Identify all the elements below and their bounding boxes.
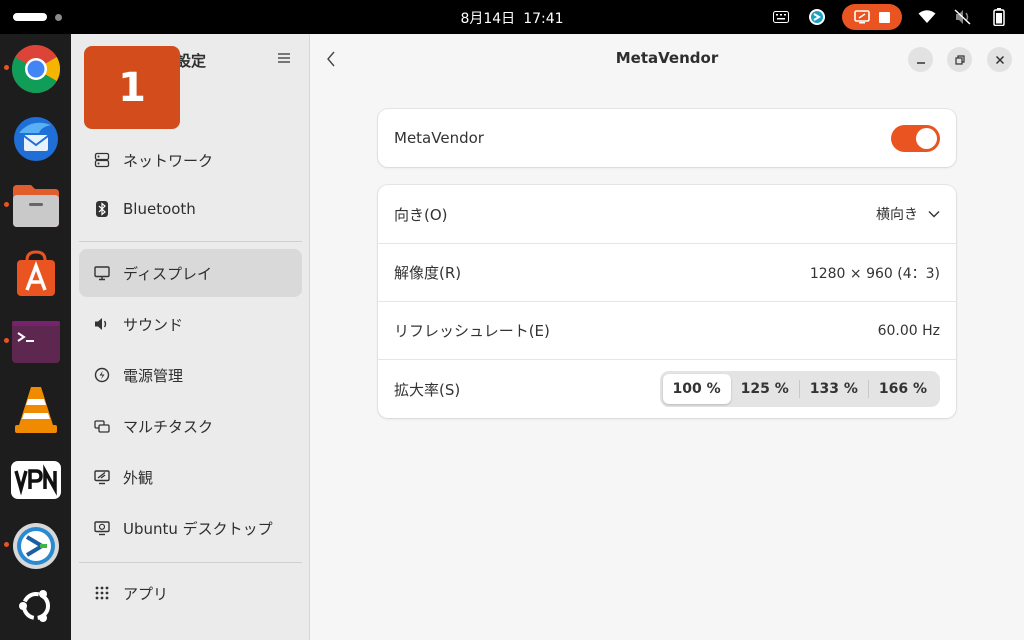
running-indicator: [4, 542, 9, 547]
refresh-rate-value: 60.00 Hz: [877, 322, 940, 339]
power-icon: [93, 366, 111, 384]
sidebar-item-power[interactable]: 電源管理: [79, 351, 302, 399]
ubuntu-icon: [18, 589, 50, 622]
settings-sidebar: 設定 ネットワーク Bluetooth ディスプレイ サウンド 電源管理 マルチ…: [71, 34, 310, 640]
sidebar-item-sound[interactable]: サウンド: [79, 300, 302, 348]
sidebar-item-label: ディスプレイ: [123, 264, 212, 283]
terminal-icon: [11, 320, 60, 363]
sidebar-item-label: 外観: [123, 468, 154, 487]
sidebar-item-label: サウンド: [123, 315, 184, 334]
stop-icon: [878, 11, 890, 23]
date-label: 8月14日: [460, 11, 516, 27]
vpn-icon: [10, 460, 61, 499]
sidebar-separator: [79, 562, 302, 563]
vlc-icon: [14, 386, 57, 433]
sidebar-item-label: アプリ: [123, 584, 169, 603]
sidebar-item-label: Ubuntu デスクトップ: [123, 519, 273, 538]
volume-muted-icon[interactable]: [952, 6, 974, 28]
dock-app-ubuntu[interactable]: [10, 580, 61, 631]
sidebar-item-appearance[interactable]: 外観: [79, 453, 302, 501]
scale-option-166[interactable]: 166 %: [869, 374, 937, 404]
scale-option-133[interactable]: 133 %: [800, 374, 868, 404]
sidebar-item-bluetooth[interactable]: Bluetooth: [79, 185, 302, 233]
switch-knob: [916, 127, 937, 149]
appearance-icon: [93, 468, 111, 486]
system-tray: [770, 4, 1010, 30]
restore-button[interactable]: [947, 47, 972, 72]
bluetooth-icon: [93, 200, 111, 218]
dock-app-vlc[interactable]: [10, 384, 61, 435]
dock-app-terminal[interactable]: [4, 316, 61, 367]
orientation-row[interactable]: 向き(O) 横向き: [378, 185, 956, 243]
minimize-button[interactable]: [908, 47, 933, 72]
display-settings-panel: MetaVendor MetaVendor 向き(O) 横向き 解像度(R) 1…: [310, 34, 1024, 640]
monitor-enable-card: MetaVendor: [378, 109, 956, 167]
network-icon: [93, 151, 111, 169]
scale-option-100[interactable]: 100 %: [662, 374, 731, 404]
hamburger-menu-icon[interactable]: [277, 50, 291, 64]
orientation-value: 横向き: [876, 207, 918, 223]
dock-app-thunderbird[interactable]: [10, 112, 61, 163]
files-icon: [12, 184, 59, 227]
chrome-icon: [11, 44, 60, 93]
dock-app-remmina[interactable]: [4, 520, 61, 571]
battery-icon[interactable]: [988, 6, 1010, 28]
keyboard-icon[interactable]: [770, 6, 792, 28]
dock: [0, 34, 71, 640]
monitor-enable-row: MetaVendor: [378, 109, 956, 167]
sidebar-title: 設定: [176, 52, 207, 70]
refresh-rate-row[interactable]: リフレッシュレート(E) 60.00 Hz: [378, 301, 956, 359]
display-icon: [93, 264, 111, 282]
sound-icon: [93, 315, 111, 333]
chevron-down-icon: [928, 211, 940, 218]
thunderbird-icon: [13, 116, 58, 161]
display-options-card: 向き(O) 横向き 解像度(R) 1280 × 960 (4：3) リフレッシュ…: [378, 185, 956, 418]
restore-icon: [954, 54, 965, 65]
sidebar-item-ubuntu-desktop[interactable]: Ubuntu デスクトップ: [79, 504, 302, 552]
monitor-enable-switch[interactable]: [891, 124, 940, 152]
ubuntu-desktop-icon: [93, 519, 111, 537]
running-indicator: [4, 202, 9, 207]
sidebar-item-display[interactable]: ディスプレイ: [79, 249, 302, 297]
scale-row: 拡大率(S) 100 % 125 % 133 % 166 %: [378, 359, 956, 418]
refresh-rate-label: リフレッシュレート(E): [394, 322, 550, 340]
close-icon: [995, 55, 1004, 64]
monitor-name-label: MetaVendor: [394, 129, 484, 147]
app-center-icon: [16, 249, 55, 296]
multitasking-icon: [93, 417, 111, 435]
remmina-icon: [12, 522, 59, 569]
sidebar-item-network[interactable]: ネットワーク: [79, 136, 302, 184]
minimize-icon: [916, 61, 925, 64]
time-label: 17:41: [523, 11, 564, 27]
dock-app-chrome[interactable]: [4, 43, 61, 94]
apps-icon: [93, 584, 111, 602]
remote-desktop-icon[interactable]: [806, 6, 828, 28]
running-indicator: [4, 65, 9, 70]
dock-app-vpn[interactable]: [10, 454, 61, 505]
screencast-icon: [854, 10, 871, 24]
screen-share-indicator[interactable]: [842, 4, 902, 30]
sidebar-separator: [79, 241, 302, 242]
scale-selector: 100 % 125 % 133 % 166 %: [659, 371, 940, 407]
sidebar-item-multitasking[interactable]: マルチタスク: [79, 402, 302, 450]
close-button[interactable]: [987, 47, 1012, 72]
scale-label: 拡大率(S): [394, 380, 461, 399]
resolution-row[interactable]: 解像度(R) 1280 × 960 (4：3): [378, 243, 956, 301]
sidebar-item-label: マルチタスク: [123, 417, 214, 436]
orientation-label: 向き(O): [394, 205, 448, 224]
wifi-icon[interactable]: [916, 6, 938, 28]
orientation-dropdown[interactable]: 横向き: [876, 204, 940, 224]
sidebar-item-label: Bluetooth: [123, 200, 196, 218]
dock-app-files[interactable]: [4, 180, 61, 231]
resolution-label: 解像度(R): [394, 264, 462, 282]
resolution-value: 1280 × 960 (4：3): [809, 265, 940, 282]
overlay-number-badge: 1: [84, 46, 180, 129]
running-indicator: [4, 338, 9, 343]
dock-app-app-center[interactable]: [10, 248, 61, 299]
sidebar-item-label: ネットワーク: [123, 151, 214, 170]
sidebar-item-label: 電源管理: [123, 366, 184, 385]
top-bar: 8月14日 17:41: [0, 0, 1024, 34]
scale-option-125[interactable]: 125 %: [731, 374, 799, 404]
sidebar-item-apps[interactable]: アプリ: [79, 569, 302, 617]
